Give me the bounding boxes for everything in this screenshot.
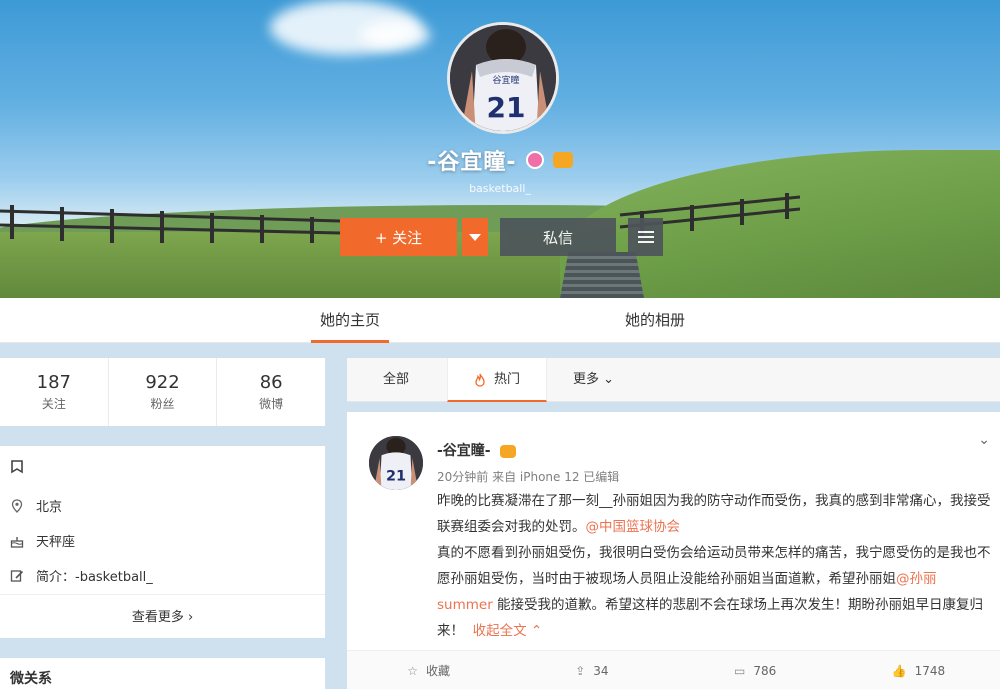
- stat-followers[interactable]: 922 粉丝: [109, 358, 218, 426]
- stat-value: 922: [145, 372, 180, 393]
- post-author-text: -谷宜瞳-: [437, 443, 491, 459]
- stat-posts[interactable]: 86 微博: [217, 358, 325, 426]
- jersey-number: 21: [386, 468, 406, 484]
- info-location-row: 北京: [10, 496, 62, 515]
- chevron-down-icon: [469, 233, 481, 241]
- view-more-link[interactable]: 查看更多 ›: [0, 606, 325, 625]
- tab-album[interactable]: 她的相册: [616, 298, 694, 343]
- female-badge-icon: [525, 151, 544, 169]
- stat-label: 粉丝: [150, 397, 175, 411]
- tab-home[interactable]: 她的主页: [311, 298, 389, 343]
- profile-info-card: 北京 天秤座 简介：-basketball_ 查看更多 ›: [0, 446, 325, 638]
- feed-tabs-background: [347, 358, 1000, 402]
- repost-button[interactable]: ⇪ 34: [510, 651, 673, 689]
- favorite-label: 收藏: [426, 664, 451, 678]
- feed-tab-all[interactable]: 全部: [383, 358, 423, 402]
- post-actions: ☆ 收藏 ⇪ 34 ▭ 786 👍 1748: [347, 650, 1000, 689]
- like-count: 1748: [914, 664, 946, 678]
- info-location: 北京: [36, 500, 63, 515]
- main-tabs: 她的主页 她的相册: [0, 298, 1000, 343]
- stat-value: 187: [36, 372, 72, 393]
- profile-stats: 187 关注 922 粉丝 86 微博: [0, 358, 325, 426]
- more-menu-button[interactable]: [628, 218, 663, 256]
- follow-button[interactable]: + 关注: [340, 218, 457, 256]
- jersey-number: 21: [487, 91, 526, 124]
- feed-tab-more[interactable]: 更多 ⌄: [573, 358, 633, 402]
- post-meta: 20分钟前 来自 iPhone 12 已编辑: [437, 470, 620, 484]
- post-card: 21 -谷宜瞳- 20分钟前 来自 iPhone 12 已编辑 ⌄ 昨晚的比赛凝…: [347, 412, 1000, 689]
- post-body: 昨晚的比赛凝滞在了那一刻__孙丽姐因为我的防守动作而受伤，我真的感到非常痛心，我…: [437, 488, 992, 644]
- info-zodiac-row: 天秤座: [10, 531, 75, 550]
- edit-icon: [10, 569, 24, 582]
- comment-icon: ▭: [734, 664, 746, 678]
- profile-cover: 谷宜瞳 21 -谷宜瞳- basketball_ + 关注 私信: [0, 0, 1000, 298]
- follow-dropdown-button[interactable]: [462, 218, 488, 256]
- cover-stairs: [560, 252, 644, 298]
- thumbs-up-icon: 👍: [891, 664, 907, 678]
- post-author-avatar[interactable]: 21: [369, 436, 423, 490]
- flame-icon: [475, 373, 485, 387]
- profile-avatar[interactable]: 谷宜瞳 21: [447, 22, 559, 134]
- feed-tabs: 全部 热门 更多 ⌄: [347, 358, 1000, 402]
- cake-icon: [10, 536, 24, 548]
- stat-value: 86: [259, 372, 283, 393]
- comment-count: 786: [753, 664, 777, 678]
- repost-count: 34: [593, 664, 609, 678]
- info-intro: 简介：-basketball_: [36, 570, 153, 585]
- jersey-name: 谷宜瞳: [492, 74, 519, 86]
- mention-link[interactable]: @中国篮球协会: [586, 519, 681, 535]
- collapse-text-link[interactable]: 收起全文 ⌃: [473, 623, 543, 639]
- info-intro-row: 简介：-basketball_: [10, 566, 153, 585]
- stat-label: 关注: [41, 397, 66, 411]
- location-icon: [11, 498, 23, 513]
- flag-icon: [11, 460, 23, 474]
- profile-name-row: -谷宜瞳-: [0, 144, 1000, 176]
- vip-badge-icon: [499, 444, 516, 458]
- relation-card: 微关系: [0, 658, 325, 689]
- feed-tab-hot-label: 热门: [494, 372, 521, 387]
- post-options-chevron-icon[interactable]: ⌄: [978, 432, 990, 448]
- like-button[interactable]: 👍 1748: [837, 651, 1000, 689]
- message-button[interactable]: 私信: [500, 218, 616, 256]
- star-icon: ☆: [407, 664, 418, 678]
- vip-badge-icon: [552, 152, 573, 168]
- profile-name: -谷宜瞳-: [427, 150, 517, 175]
- menu-icon: [637, 231, 654, 243]
- post-author-name[interactable]: -谷宜瞳-: [437, 440, 516, 460]
- stat-following[interactable]: 187 关注: [0, 358, 109, 426]
- info-zodiac: 天秤座: [36, 535, 76, 550]
- favorite-button[interactable]: ☆ 收藏: [347, 651, 510, 689]
- post-text: 昨晚的比赛凝滞在了那一刻__孙丽姐因为我的防守动作而受伤，我真的感到非常痛心，我…: [437, 493, 991, 535]
- relation-title: 微关系: [10, 671, 52, 687]
- profile-handle: basketball_: [469, 182, 531, 195]
- stat-label: 微博: [259, 397, 284, 411]
- divider: [0, 594, 325, 595]
- comment-button[interactable]: ▭ 786: [674, 651, 837, 689]
- repost-icon: ⇪: [575, 664, 586, 678]
- info-level-row: [10, 460, 36, 474]
- feed-tab-hot[interactable]: 热门: [447, 358, 547, 402]
- cloud: [360, 20, 430, 50]
